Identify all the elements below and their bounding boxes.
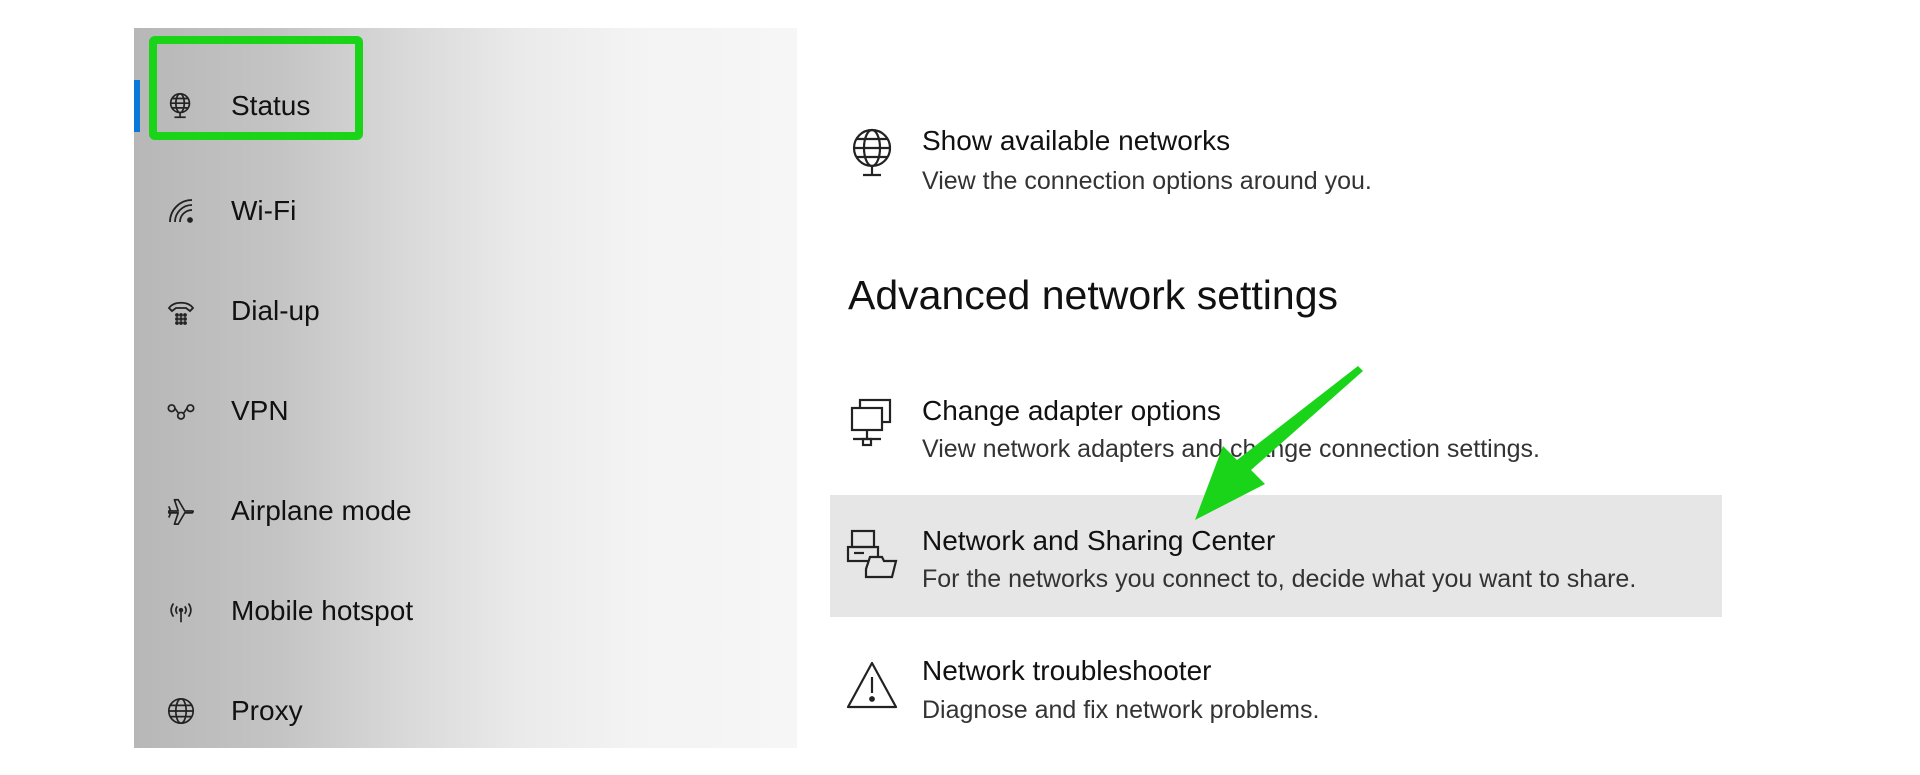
- option-title: Change adapter options: [922, 395, 1221, 426]
- dialup-phone-icon: [166, 296, 196, 326]
- sidebar-item-status[interactable]: Status: [134, 76, 734, 136]
- sidebar: Status Wi-Fi Dial-up VPN Airplane mode M…: [134, 28, 797, 748]
- sharing-center-icon: [844, 525, 900, 581]
- sidebar-item-proxy[interactable]: Proxy: [134, 681, 734, 741]
- warning-icon: [844, 657, 900, 713]
- sidebar-item-label: Status: [231, 90, 311, 121]
- sidebar-item-dialup[interactable]: Dial-up: [134, 281, 734, 341]
- sidebar-item-label: Wi-Fi: [231, 195, 297, 226]
- globe-monitor-icon: [166, 91, 196, 121]
- sidebar-item-label: Dial-up: [231, 295, 320, 326]
- main-content: Show available networks View the connect…: [830, 0, 1920, 775]
- wifi-icon: [166, 196, 196, 226]
- option-subtitle: For the networks you connect to, decide …: [922, 565, 1637, 593]
- option-subtitle: Diagnose and fix network problems.: [922, 696, 1320, 724]
- sidebar-item-label: Airplane mode: [231, 495, 412, 526]
- network-and-sharing-center-link[interactable]: Network and Sharing Center For the netwo…: [830, 495, 1722, 617]
- sidebar-item-wifi[interactable]: Wi-Fi: [134, 181, 734, 241]
- change-adapter-options-link[interactable]: Change adapter options View network adap…: [830, 373, 1722, 495]
- airplane-icon: [166, 496, 196, 526]
- option-subtitle: View network adapters and change connect…: [922, 435, 1540, 463]
- hotspot-icon: [166, 596, 196, 626]
- option-title: Show available networks: [922, 125, 1231, 156]
- option-title: Network and Sharing Center: [922, 525, 1276, 556]
- globe-monitor-icon: [844, 125, 900, 181]
- section-title: Advanced network settings: [848, 272, 1338, 318]
- sidebar-item-label: Proxy: [231, 695, 303, 726]
- sidebar-item-airplane-mode[interactable]: Airplane mode: [134, 481, 734, 541]
- network-adapter-icon: [844, 397, 900, 453]
- sidebar-item-label: Mobile hotspot: [231, 595, 414, 626]
- option-subtitle: View the connection options around you.: [922, 167, 1372, 195]
- sidebar-item-label: VPN: [231, 395, 289, 426]
- sidebar-item-vpn[interactable]: VPN: [134, 381, 734, 441]
- globe-icon: [166, 696, 196, 726]
- sidebar-item-mobile-hotspot[interactable]: Mobile hotspot: [134, 581, 734, 641]
- option-title: Network troubleshooter: [922, 655, 1212, 686]
- vpn-icon: [166, 396, 196, 426]
- show-available-networks-link[interactable]: Show available networks View the connect…: [830, 105, 1722, 227]
- network-troubleshooter-link[interactable]: Network troubleshooter Diagnose and fix …: [830, 643, 1722, 765]
